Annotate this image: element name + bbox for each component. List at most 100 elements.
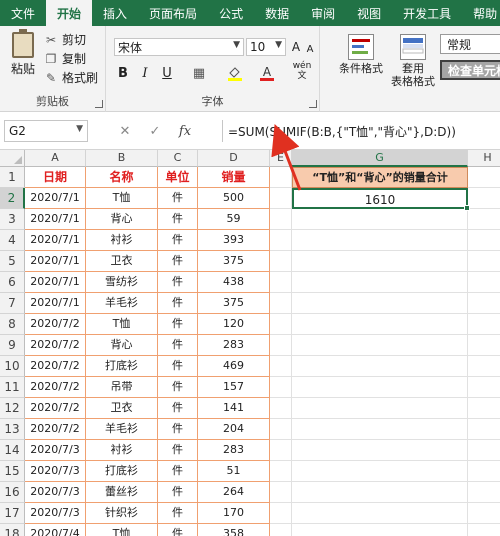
style-check-cell[interactable]: 检查单元格 (440, 60, 500, 80)
row-header[interactable]: 1 (0, 167, 25, 188)
tab-8[interactable]: 开发工具 (392, 0, 462, 26)
table-cell[interactable]: 375 (198, 251, 270, 272)
border-icon[interactable]: ▦ (190, 64, 208, 82)
table-cell[interactable]: 2020/7/1 (25, 251, 86, 272)
table-cell[interactable]: 打底衫 (86, 356, 158, 377)
table-cell[interactable]: 衬衫 (86, 440, 158, 461)
italic-button[interactable]: I (136, 64, 154, 82)
empty-cell[interactable] (468, 272, 500, 293)
empty-cell[interactable] (270, 482, 292, 503)
table-cell[interactable]: 358 (198, 524, 270, 536)
row-header[interactable]: 15 (0, 461, 25, 482)
empty-cell[interactable] (468, 461, 500, 482)
empty-cell[interactable] (270, 251, 292, 272)
table-cell[interactable]: 393 (198, 230, 270, 251)
table-cell[interactable]: 469 (198, 356, 270, 377)
table-cell[interactable]: 2020/7/3 (25, 461, 86, 482)
table-cell[interactable]: 170 (198, 503, 270, 524)
empty-cell[interactable] (270, 461, 292, 482)
empty-cell[interactable] (270, 524, 292, 536)
table-cell[interactable]: 438 (198, 272, 270, 293)
table-cell[interactable]: 卫衣 (86, 251, 158, 272)
table-header-cell[interactable]: 单位 (158, 167, 198, 188)
empty-cell[interactable] (292, 503, 468, 524)
table-cell[interactable]: 件 (158, 356, 198, 377)
name-box[interactable]: G2 ▼ (4, 120, 88, 142)
table-cell[interactable]: 2020/7/4 (25, 524, 86, 536)
result-header-cell[interactable]: “T恤”和“背心”的销量合计 (292, 167, 468, 188)
empty-cell[interactable] (468, 188, 500, 209)
table-cell[interactable]: 件 (158, 524, 198, 536)
empty-cell[interactable] (270, 335, 292, 356)
decrease-font-icon[interactable]: A (304, 40, 316, 58)
table-cell[interactable]: 羊毛衫 (86, 419, 158, 440)
empty-cell[interactable] (468, 251, 500, 272)
paste-button[interactable]: 粘贴 (6, 29, 40, 77)
row-header[interactable]: 13 (0, 419, 25, 440)
empty-cell[interactable] (292, 419, 468, 440)
empty-cell[interactable] (270, 272, 292, 293)
empty-cell[interactable] (468, 398, 500, 419)
row-header[interactable]: 4 (0, 230, 25, 251)
phonetic-icon[interactable]: wén 文 (290, 61, 314, 81)
table-cell[interactable]: 件 (158, 209, 198, 230)
conditional-format-button[interactable]: 条件格式 (334, 34, 388, 75)
empty-cell[interactable] (468, 335, 500, 356)
empty-cell[interactable] (468, 314, 500, 335)
empty-cell[interactable] (270, 209, 292, 230)
tab-0[interactable]: 文件 (0, 0, 46, 26)
empty-cell[interactable] (292, 230, 468, 251)
table-cell[interactable]: 件 (158, 503, 198, 524)
empty-cell[interactable] (270, 398, 292, 419)
row-header[interactable]: 16 (0, 482, 25, 503)
table-cell[interactable]: 件 (158, 461, 198, 482)
increase-font-icon[interactable]: A (290, 38, 302, 56)
row-header[interactable]: 5 (0, 251, 25, 272)
table-cell[interactable]: 件 (158, 293, 198, 314)
table-cell[interactable]: 件 (158, 251, 198, 272)
empty-cell[interactable] (270, 356, 292, 377)
cut-button[interactable]: ✂ 剪切 (44, 31, 86, 48)
table-cell[interactable]: 2020/7/1 (25, 293, 86, 314)
table-cell[interactable]: 2020/7/2 (25, 314, 86, 335)
font-name-select[interactable]: 宋体 ▼ (114, 38, 244, 56)
spreadsheet-grid[interactable]: A B C D E G H 1 日期 名称 单位 销量 2 2020/7/1 T恤件 500 3 2020/7/1… (0, 150, 500, 536)
empty-cell[interactable] (468, 293, 500, 314)
table-cell[interactable]: 2020/7/1 (25, 209, 86, 230)
tab-2[interactable]: 插入 (92, 0, 138, 26)
empty-cell[interactable] (468, 440, 500, 461)
table-cell[interactable]: 件 (158, 398, 198, 419)
clipboard-launcher-icon[interactable] (95, 100, 103, 108)
empty-cell[interactable] (270, 167, 292, 188)
column-header-G[interactable]: G (292, 150, 468, 167)
table-cell[interactable]: 264 (198, 482, 270, 503)
font-size-select[interactable]: 10 ▼ (246, 38, 286, 56)
empty-cell[interactable] (292, 356, 468, 377)
empty-cell[interactable] (292, 335, 468, 356)
table-cell[interactable]: 59 (198, 209, 270, 230)
formula-input[interactable]: =SUM(SUMIF(B:B,{"T恤","背心"},D:D)) (222, 120, 500, 142)
empty-cell[interactable] (468, 167, 500, 188)
table-cell[interactable]: 件 (158, 272, 198, 293)
fill-color-icon[interactable] (226, 64, 244, 82)
table-cell[interactable]: T恤 (86, 314, 158, 335)
empty-cell[interactable] (468, 419, 500, 440)
empty-cell[interactable] (270, 440, 292, 461)
select-all-corner[interactable] (0, 150, 25, 167)
tab-5[interactable]: 数据 (254, 0, 300, 26)
tab-1[interactable]: 开始 (46, 0, 93, 26)
insert-function-icon[interactable]: fx (170, 124, 200, 139)
row-header[interactable]: 9 (0, 335, 25, 356)
confirm-icon[interactable]: ✓ (140, 124, 170, 139)
bold-button[interactable]: B (114, 64, 132, 82)
column-header-E[interactable]: E (270, 150, 292, 167)
empty-cell[interactable] (292, 398, 468, 419)
copy-button[interactable]: ❐ 复制 (44, 50, 86, 67)
table-cell[interactable]: 件 (158, 440, 198, 461)
table-cell[interactable]: 141 (198, 398, 270, 419)
empty-cell[interactable] (270, 230, 292, 251)
table-cell[interactable]: 157 (198, 377, 270, 398)
table-cell[interactable]: 500 (198, 188, 270, 209)
row-header[interactable]: 14 (0, 440, 25, 461)
table-cell[interactable]: 羊毛衫 (86, 293, 158, 314)
